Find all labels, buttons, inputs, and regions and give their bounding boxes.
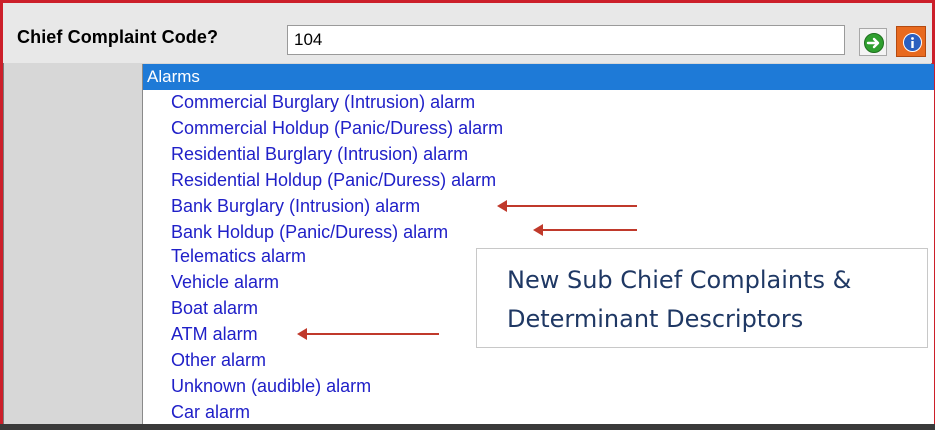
callout-line-2: Determinant Descriptors xyxy=(507,305,804,333)
green-arrow-icon xyxy=(864,33,884,53)
list-item[interactable]: Residential Holdup (Panic/Duress) alarm xyxy=(171,170,496,191)
list-item[interactable]: Bank Holdup (Panic/Duress) alarm xyxy=(171,222,448,243)
list-item[interactable]: Telematics alarm xyxy=(171,246,306,267)
chief-complaint-input[interactable] xyxy=(287,25,845,55)
callout-line-1: New Sub Chief Complaints & xyxy=(507,266,852,294)
list-item[interactable]: Boat alarm xyxy=(171,298,258,319)
callout-box: New Sub Chief Complaints & Determinant D… xyxy=(476,248,928,348)
list-item[interactable]: Vehicle alarm xyxy=(171,272,279,293)
annotation-arrow xyxy=(497,200,637,212)
list-item[interactable]: Bank Burglary (Intrusion) alarm xyxy=(171,196,420,217)
list-item[interactable]: Other alarm xyxy=(171,350,266,371)
annotation-arrow xyxy=(297,328,439,340)
alarm-list[interactable]: Alarms Commercial Burglary (Intrusion) a… xyxy=(142,64,934,428)
bottom-border xyxy=(0,424,935,430)
list-item[interactable]: Unknown (audible) alarm xyxy=(171,376,371,397)
list-item[interactable]: Residential Burglary (Intrusion) alarm xyxy=(171,144,468,165)
annotation-arrow xyxy=(533,224,637,236)
list-item[interactable]: Commercial Holdup (Panic/Duress) alarm xyxy=(171,118,503,139)
chief-complaint-label: Chief Complaint Code? xyxy=(17,27,219,47)
list-header[interactable]: Alarms xyxy=(143,64,934,90)
go-button[interactable] xyxy=(859,28,887,56)
header-bar: Chief Complaint Code? xyxy=(3,3,932,63)
list-item[interactable]: ATM alarm xyxy=(171,324,258,345)
info-button[interactable] xyxy=(896,26,926,57)
info-icon xyxy=(903,33,922,52)
list-header-label: Alarms xyxy=(147,67,200,86)
list-item[interactable]: Car alarm xyxy=(171,402,250,423)
list-item[interactable]: Commercial Burglary (Intrusion) alarm xyxy=(171,92,475,113)
